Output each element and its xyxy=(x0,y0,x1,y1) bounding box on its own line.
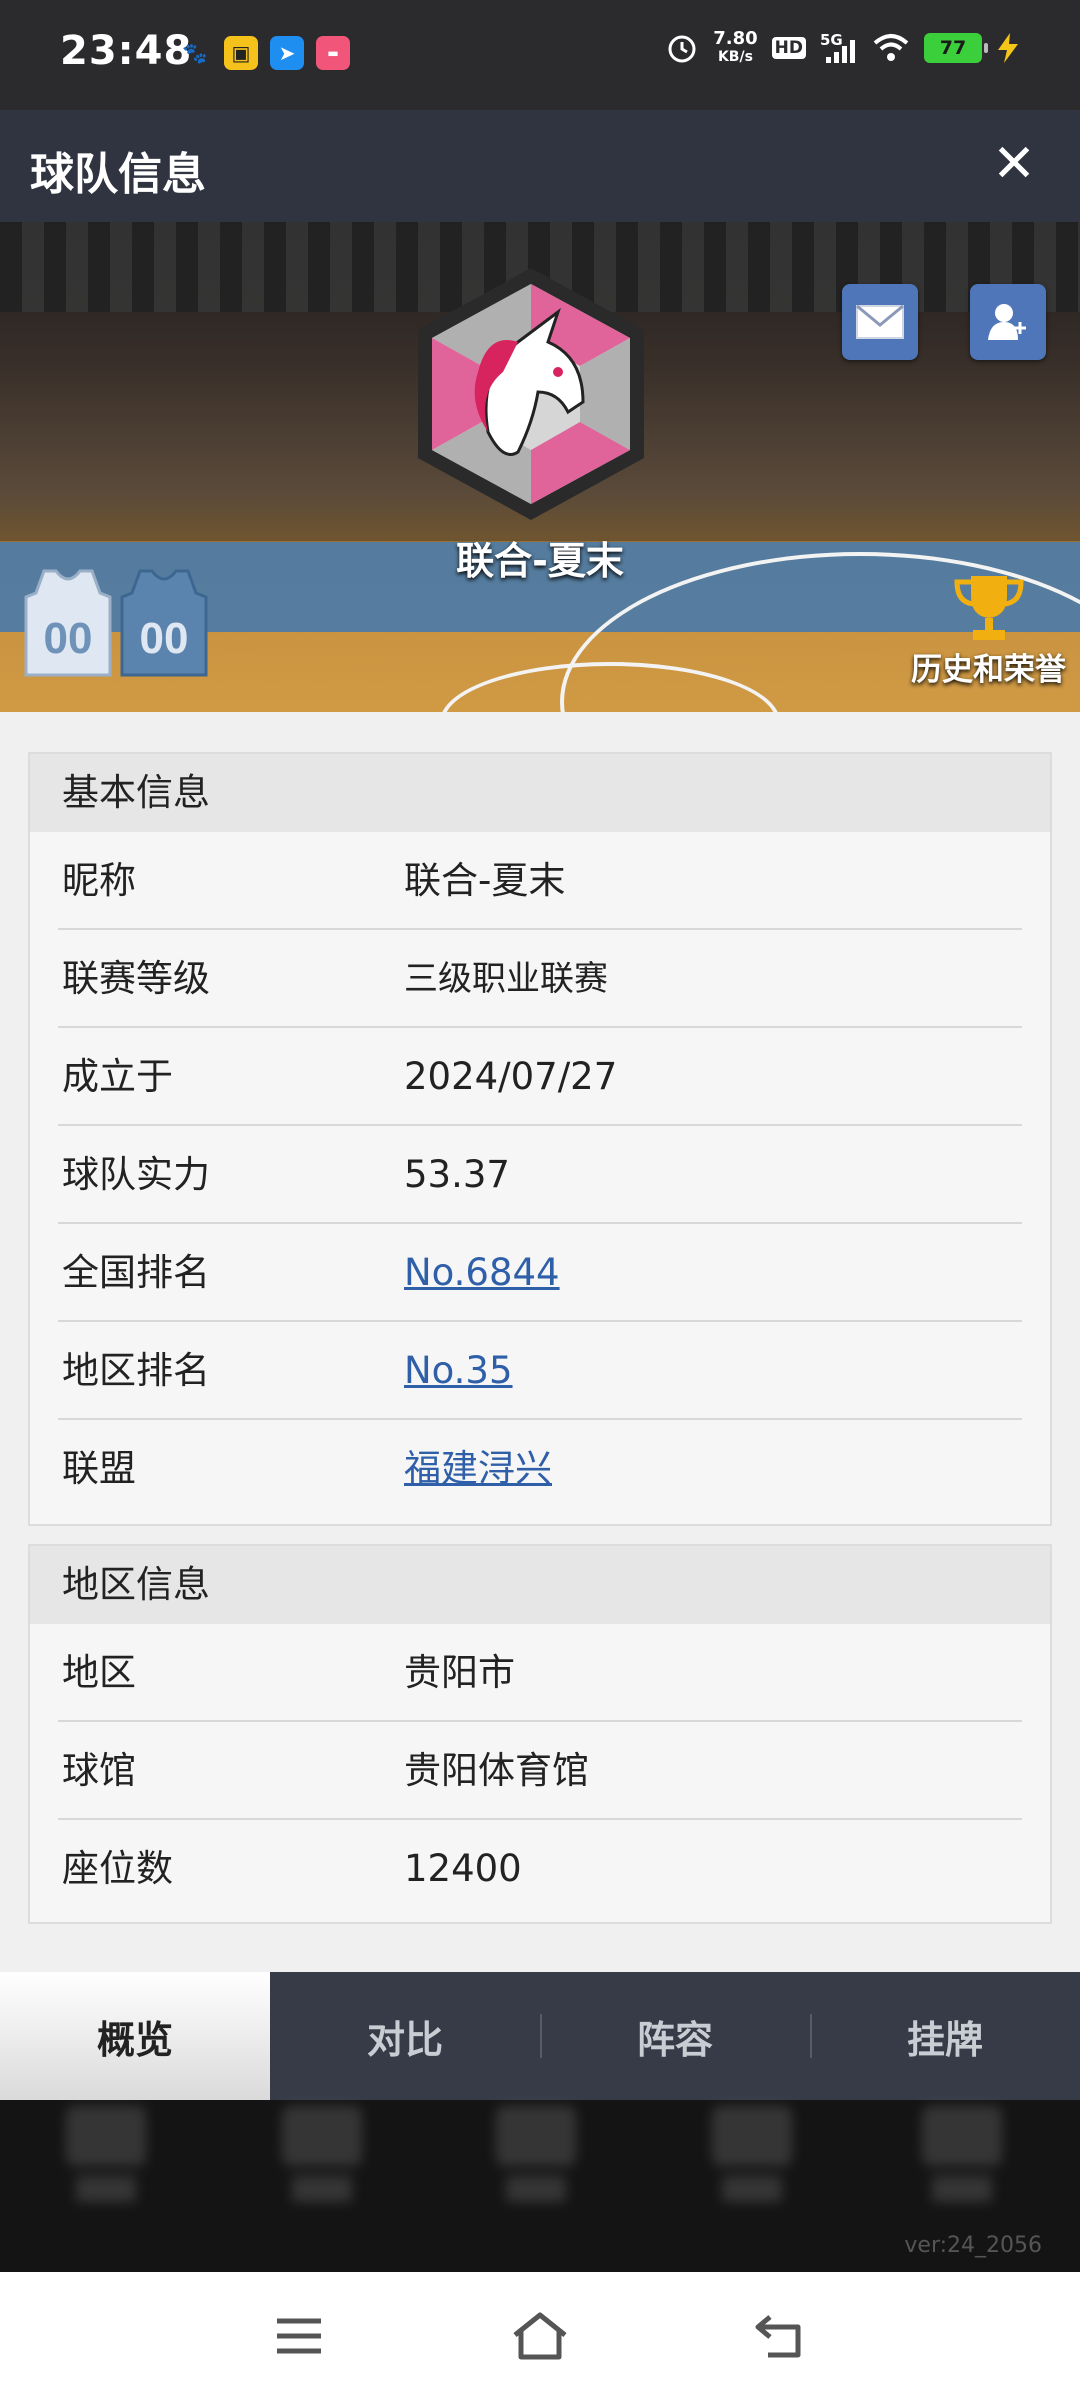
version-label: ver:24_2056 xyxy=(904,2233,1042,2258)
region-info-card: 地区信息 地区 贵阳市 球馆 贵阳体育馆 座位数 12400 xyxy=(28,1544,1052,1924)
blurred-dock-item xyxy=(282,2106,362,2216)
menu-button[interactable] xyxy=(264,2306,334,2366)
row-value: 贵阳体育馆 xyxy=(404,1749,589,1792)
hd-badge: HD xyxy=(771,37,806,59)
regional-rank-link[interactable]: No.35 xyxy=(404,1322,513,1420)
title-bar: 球队信息 ✕ xyxy=(0,110,1080,222)
row-label: 全国排名 xyxy=(62,1251,210,1294)
net-speed: 7.80 KB/s xyxy=(713,30,757,66)
blurred-dock-item xyxy=(922,2106,1002,2216)
tab-label: 挂牌 xyxy=(906,2017,983,2062)
tab-overview[interactable]: 概览 xyxy=(0,1972,270,2100)
net-speed-unit: KB/s xyxy=(717,49,753,65)
tab-divider xyxy=(540,2014,542,2058)
signal-bars-icon xyxy=(826,40,855,63)
basic-info-header: 基本信息 xyxy=(30,754,1050,832)
tab-roster[interactable]: 阵容 xyxy=(540,1972,810,2100)
trophy-icon xyxy=(953,576,1024,640)
row-label: 昵称 xyxy=(62,859,136,902)
info-row-seats: 座位数 12400 xyxy=(58,1820,1022,1918)
row-label: 球队实力 xyxy=(62,1153,210,1196)
info-row-team-strength: 球队实力 53.37 xyxy=(58,1126,1022,1224)
region-info-header: 地区信息 xyxy=(30,1546,1050,1624)
signal-5g: 5G xyxy=(820,31,858,65)
status-time: 23:48 xyxy=(60,28,193,74)
menu-icon xyxy=(277,2318,321,2354)
blue-app-icon: ➤ xyxy=(270,36,304,70)
jerseys[interactable]: 00 00 xyxy=(22,567,210,679)
envelope-icon xyxy=(856,305,904,339)
team-banner: 联合-夏末 00 00 历史和荣誉 xyxy=(0,222,1080,712)
system-nav-bar xyxy=(0,2272,1080,2400)
wifi-icon xyxy=(873,34,909,61)
status-bar: 23:48 🐾 ▣ ➤ ▬ 7.80 KB/s HD 5G 77 xyxy=(0,0,1080,110)
info-row-alliance: 联盟 福建浔兴 xyxy=(58,1420,1022,1518)
paw-app-icon: 🐾 xyxy=(182,41,208,65)
info-row-national-rank: 全国排名 No.6844 xyxy=(58,1224,1022,1322)
close-button[interactable]: ✕ xyxy=(984,134,1044,194)
back-icon xyxy=(755,2315,801,2358)
info-row-nickname: 昵称 联合-夏末 xyxy=(58,832,1022,930)
row-value: 12400 xyxy=(404,1847,522,1890)
info-row-arena: 球馆 贵阳体育馆 xyxy=(58,1722,1022,1820)
row-label: 联赛等级 xyxy=(62,957,210,1000)
info-row-regional-rank: 地区排名 No.35 xyxy=(58,1322,1022,1420)
row-label: 联盟 xyxy=(62,1447,136,1490)
tab-listing[interactable]: 挂牌 xyxy=(810,1972,1080,2100)
alliance-link[interactable]: 福建浔兴 xyxy=(404,1420,552,1518)
row-label: 成立于 xyxy=(62,1055,173,1098)
team-logo-icon xyxy=(418,268,644,520)
tab-compare[interactable]: 对比 xyxy=(270,1972,540,2100)
row-value: 贵阳市 xyxy=(404,1651,515,1694)
tab-label: 阵容 xyxy=(636,2017,713,2062)
notification-icons: 🐾 ▣ ➤ ▬ xyxy=(178,36,350,70)
add-user-icon xyxy=(988,304,1026,340)
away-jersey-icon: 00 xyxy=(120,569,208,677)
national-rank-link[interactable]: No.6844 xyxy=(404,1224,560,1322)
info-row-founded: 成立于 2024/07/27 xyxy=(58,1028,1022,1126)
battery-indicator: 77 xyxy=(924,33,988,63)
tab-label: 概览 xyxy=(96,2017,173,2062)
mail-button[interactable] xyxy=(842,284,918,360)
row-value: 三级职业联赛 xyxy=(404,959,608,999)
tab-divider xyxy=(810,2014,812,2058)
row-label: 球馆 xyxy=(62,1749,136,1792)
honor-label: 历史和荣誉 xyxy=(911,652,1066,688)
info-row-region: 地区 贵阳市 xyxy=(58,1624,1022,1722)
row-label: 地区 xyxy=(62,1651,136,1694)
bottom-dock: ver:24_2056 xyxy=(0,2100,1080,2272)
blurred-dock-item xyxy=(66,2106,146,2216)
basic-info-card: 基本信息 昵称 联合-夏末 联赛等级 三级职业联赛 成立于 2024/07/27… xyxy=(28,752,1052,1526)
alarm-icon xyxy=(668,35,696,63)
home-jersey-number: 00 xyxy=(44,614,93,663)
tab-bar: 概览 对比 阵容 挂牌 xyxy=(0,1972,1080,2100)
row-value: 2024/07/27 xyxy=(404,1055,618,1098)
add-friend-button[interactable] xyxy=(970,284,1046,360)
away-jersey-number: 00 xyxy=(140,614,189,663)
charging-icon xyxy=(998,33,1018,63)
home-icon xyxy=(513,2312,567,2360)
back-button[interactable] xyxy=(745,2306,815,2366)
pink-app-icon: ▬ xyxy=(316,36,350,70)
home-jersey-icon: 00 xyxy=(24,569,112,677)
page-title: 球队信息 xyxy=(30,149,206,200)
row-value: 53.37 xyxy=(404,1153,510,1196)
battery-level: 77 xyxy=(939,37,967,59)
blurred-dock-item xyxy=(712,2106,792,2216)
row-label: 座位数 xyxy=(62,1847,173,1890)
tab-label: 对比 xyxy=(366,2017,443,2062)
status-right: 7.80 KB/s HD 5G 77 xyxy=(665,30,1020,66)
history-honor-button[interactable]: 历史和荣誉 xyxy=(911,572,1066,689)
info-row-league-level: 联赛等级 三级职业联赛 xyxy=(58,930,1022,1028)
row-label: 地区排名 xyxy=(62,1349,210,1392)
row-value: 联合-夏末 xyxy=(404,859,566,902)
home-button[interactable] xyxy=(505,2306,575,2366)
yellow-app-icon: ▣ xyxy=(224,36,258,70)
net-speed-value: 7.80 xyxy=(713,28,758,49)
blurred-dock-item xyxy=(496,2106,576,2216)
